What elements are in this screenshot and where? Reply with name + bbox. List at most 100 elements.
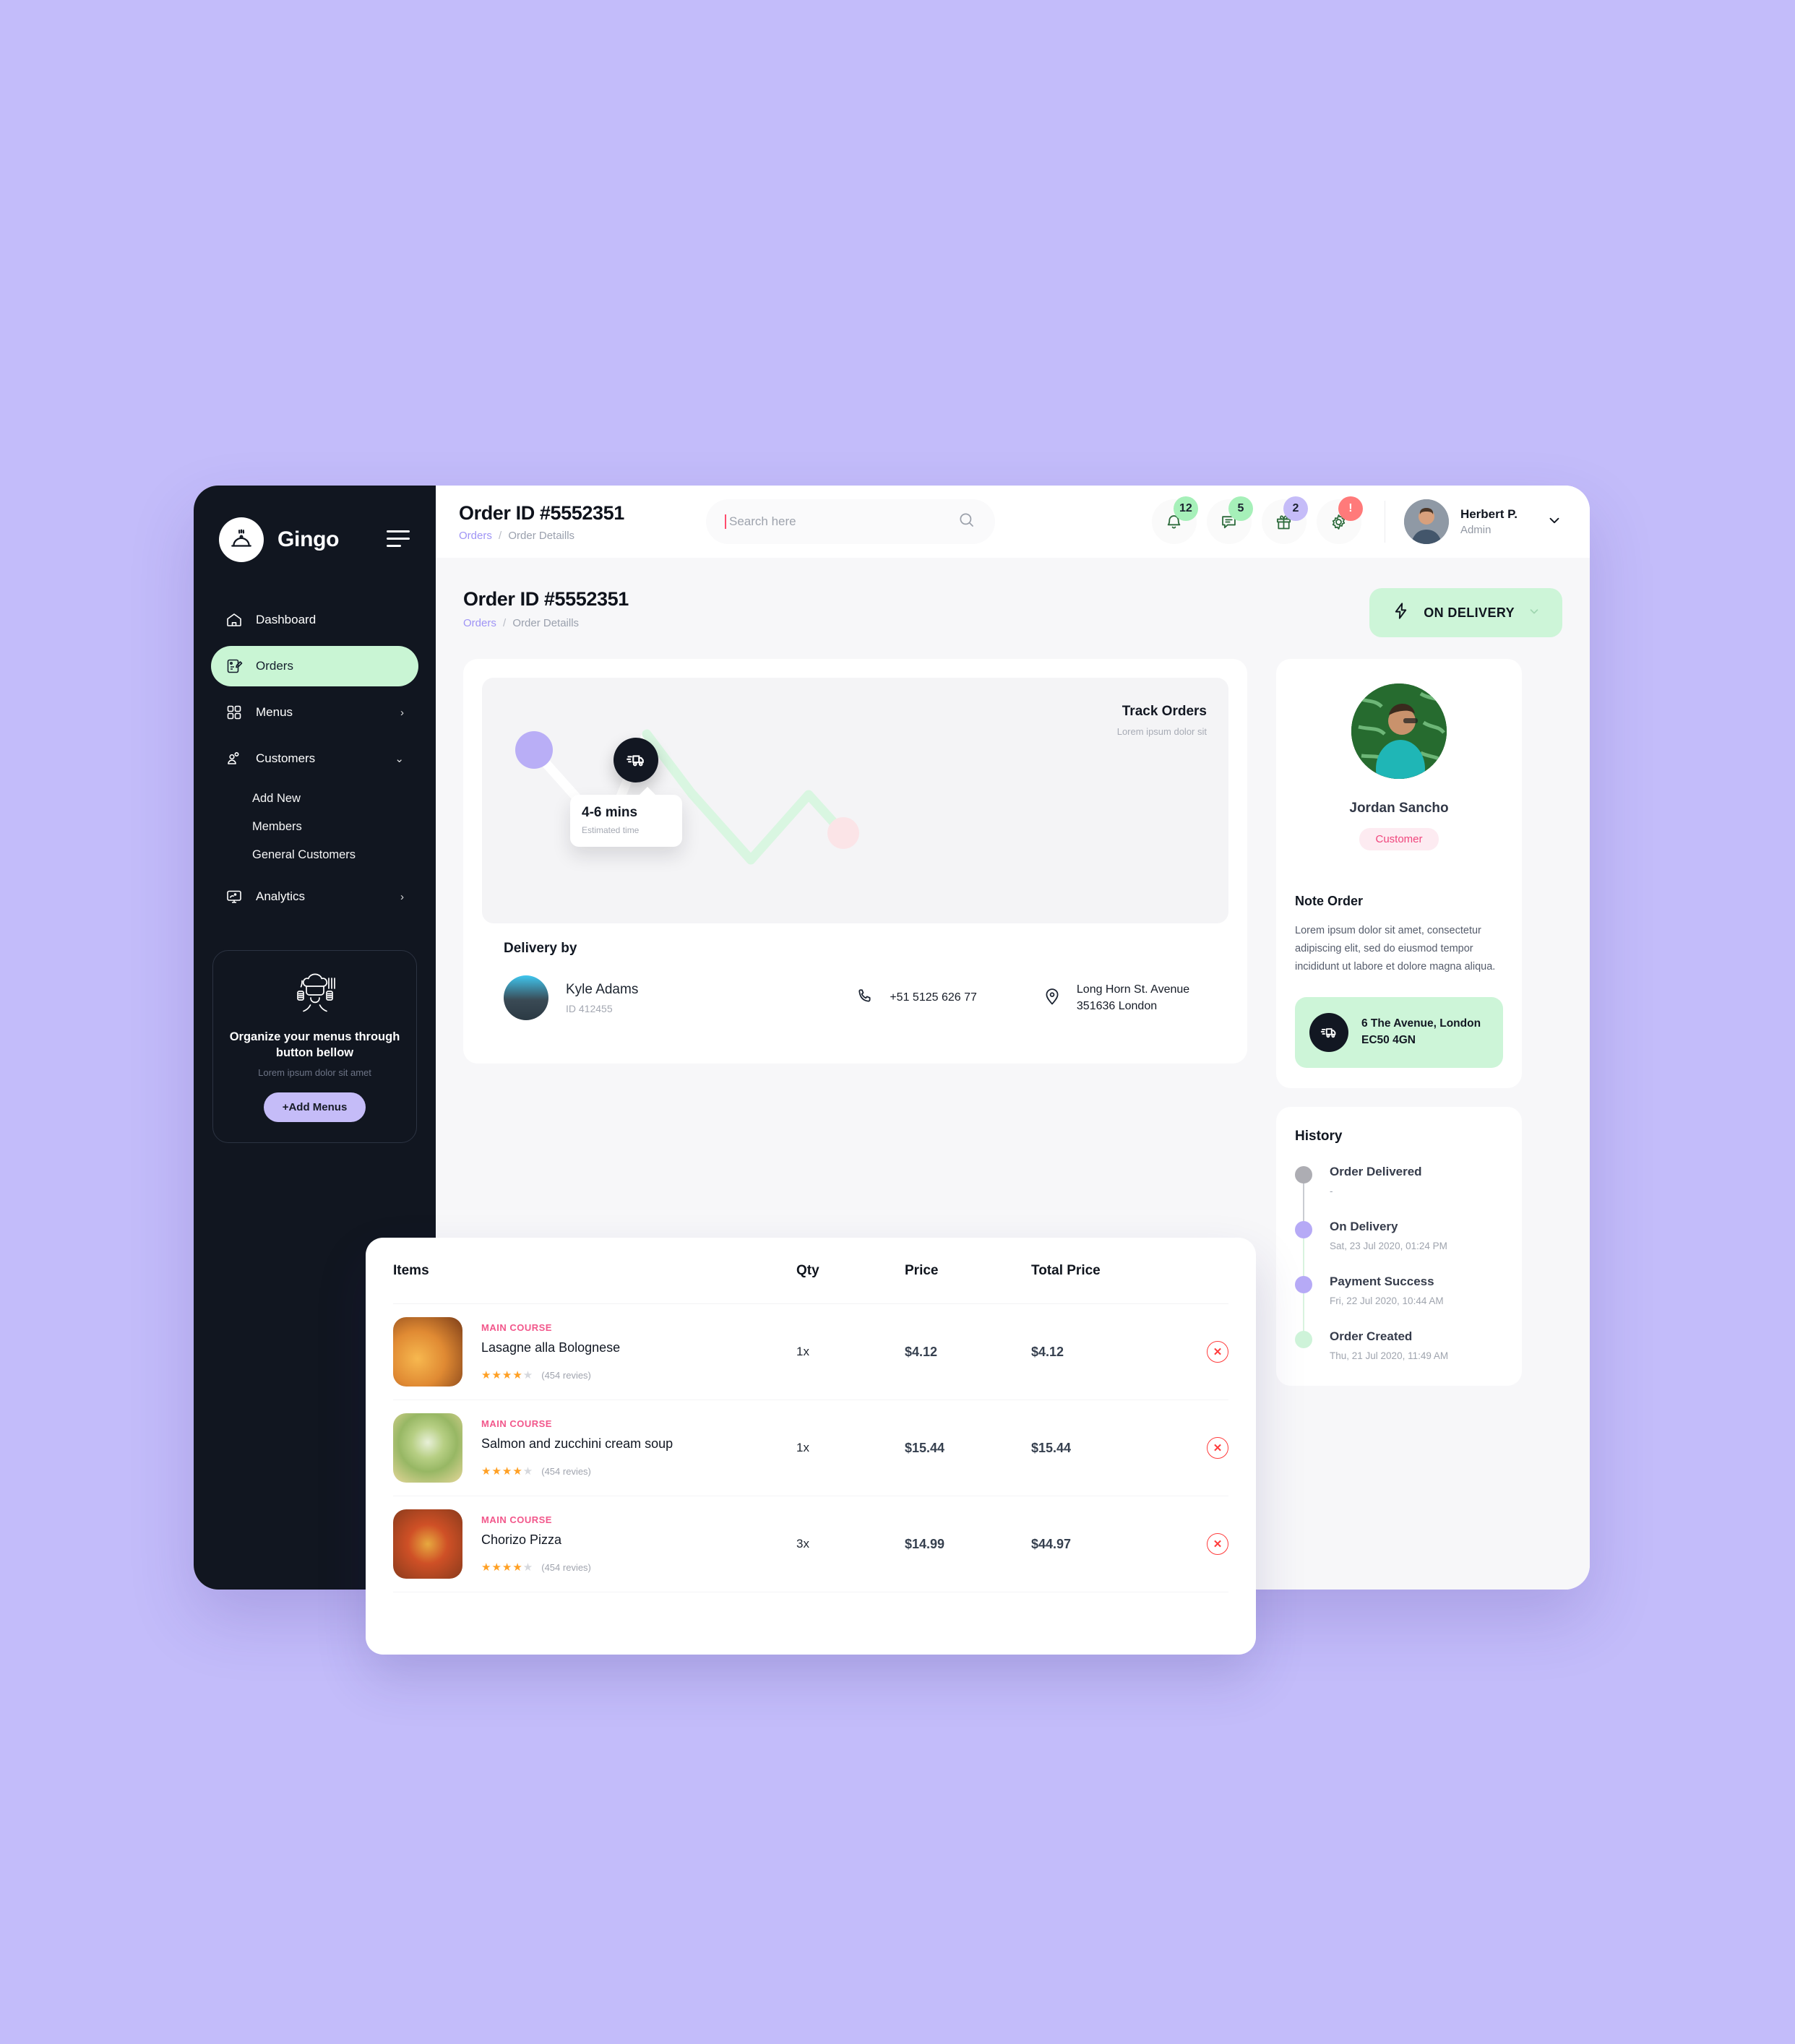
breadcrumb-current: Order Detaills	[512, 617, 580, 629]
sidebar-nav: Dashboard Orders Menus › Customers ⌄ Add…	[194, 600, 436, 917]
gifts-button[interactable]: 2	[1261, 496, 1308, 544]
chef-icon	[226, 970, 403, 1019]
timeline-connector	[1303, 1236, 1304, 1280]
timeline-time: -	[1330, 1185, 1333, 1196]
sidebar-item-analytics[interactable]: Analytics ›	[211, 876, 418, 917]
brand: Gingo	[194, 486, 436, 562]
sidebar-subitem-add-new[interactable]: Add New	[211, 785, 418, 813]
sidebar-subitem-general-customers[interactable]: General Customers	[211, 841, 418, 869]
gifts-badge: 2	[1283, 496, 1308, 521]
column-header-total-price: Total Price	[1031, 1262, 1101, 1278]
star-rating-icon: ★★★★★	[481, 1465, 534, 1478]
timeline-item: Order Created Thu, 21 Jul 2020, 11:49 AM	[1295, 1329, 1503, 1361]
sidebar-item-menus[interactable]: Menus ›	[211, 692, 418, 733]
item-reviews: (454 revies)	[541, 1369, 591, 1381]
breadcrumb-link-orders[interactable]: Orders	[463, 617, 496, 629]
sidebar-item-label: Customers	[256, 751, 316, 765]
item-price: $14.99	[905, 1536, 945, 1551]
customer-avatar	[1351, 684, 1447, 779]
courier-row: Kyle Adams ID 412455 +51 5125 626 77 Lon…	[504, 975, 1207, 1020]
chevron-down-icon: ⌄	[395, 753, 404, 765]
note-order-heading: Note Order	[1295, 894, 1364, 908]
sidebar-subitem-members[interactable]: Members	[211, 813, 418, 841]
delivery-by-section: Delivery by Kyle Adams ID 412455 +51 512…	[482, 923, 1228, 1045]
table-row: MAIN COURSE Salmon and zucchini cream so…	[393, 1400, 1228, 1496]
customer-name: Jordan Sancho	[1349, 801, 1449, 816]
item-price: $15.44	[905, 1440, 945, 1455]
topbar-actions: 12 5 2 ! Herbert P. Admin	[1142, 496, 1590, 544]
user-menu[interactable]: Herbert P. Admin	[1403, 499, 1562, 544]
item-category: MAIN COURSE	[481, 1322, 552, 1333]
track-orders-label: Track Orders Lorem ipsum dolor sit	[1117, 704, 1207, 737]
remove-item-icon[interactable]: ✕	[1207, 1533, 1228, 1555]
sidebar-item-label: Analytics	[256, 889, 306, 903]
sidebar-item-label: Dashboard	[256, 613, 317, 626]
user-name: Herbert P.	[1460, 507, 1518, 521]
search-icon[interactable]	[957, 511, 976, 533]
timeline-dot	[1295, 1275, 1312, 1293]
customer-profile: Jordan Sancho Customer	[1276, 659, 1522, 872]
item-rating: ★★★★★ (454 revies)	[481, 1561, 591, 1574]
chevron-down-icon[interactable]	[1546, 512, 1562, 532]
add-menus-button[interactable]: +Add Menus	[263, 1092, 366, 1123]
remove-item-icon[interactable]: ✕	[1207, 1341, 1228, 1363]
star-rating-icon: ★★★★★	[481, 1561, 534, 1574]
breadcrumb: Orders / Order Detaills	[459, 530, 697, 542]
page-title: Order ID #5552351	[459, 501, 624, 524]
delivery-by-heading: Delivery by	[504, 941, 577, 956]
remove-item-icon[interactable]: ✕	[1207, 1437, 1228, 1459]
status-label: ON DELIVERY	[1424, 605, 1515, 620]
customer-address-line-1: 6 The Avenue, London	[1361, 1017, 1481, 1030]
promo-card: Organize your menus through button bello…	[212, 950, 417, 1144]
item-reviews: (454 revies)	[541, 1561, 591, 1573]
timeline-dot	[1295, 1330, 1312, 1348]
item-total-price: $4.12	[1031, 1344, 1064, 1359]
notification-bell[interactable]: 12	[1151, 496, 1198, 544]
bolt-icon	[1391, 601, 1411, 624]
sidebar-item-customers[interactable]: Customers ⌄	[211, 738, 418, 779]
eta-tooltip: 4-6 mins Estimated time	[570, 787, 682, 847]
courier-id: ID 412455	[566, 1002, 613, 1014]
users-icon	[225, 749, 244, 768]
note-order-text: Lorem ipsum dolor sit amet, consectetur …	[1295, 925, 1496, 973]
sidebar-item-orders[interactable]: Orders	[211, 646, 418, 686]
menu-toggle-icon[interactable]	[387, 530, 410, 547]
status-badge[interactable]: ON DELIVERY	[1369, 588, 1562, 637]
customer-card: Jordan Sancho Customer Note Order Lorem …	[1276, 659, 1522, 1088]
item-rating: ★★★★★ (454 revies)	[481, 1465, 673, 1478]
column-header-price: Price	[905, 1262, 939, 1278]
home-icon	[225, 611, 244, 629]
search-input[interactable]	[725, 514, 957, 529]
search-box[interactable]	[706, 499, 995, 544]
food-thumbnail	[393, 1317, 462, 1387]
messages-button[interactable]: 5	[1206, 496, 1253, 544]
customer-address-line-2: EC50 4GN	[1361, 1033, 1416, 1046]
history-timeline: Order Delivered - On Delivery Sat, 23 Ju…	[1295, 1165, 1503, 1361]
delivery-truck-icon[interactable]	[614, 738, 658, 782]
grid-icon	[225, 703, 244, 722]
courier-phone[interactable]: +51 5125 626 77	[855, 986, 977, 1010]
breadcrumb-link-orders[interactable]: Orders	[459, 530, 492, 542]
page-header: Order ID #5552351 Orders / Order Detaill…	[463, 588, 1562, 637]
timeline-dot	[1295, 1165, 1312, 1183]
phone-icon	[855, 986, 875, 1010]
brand-name: Gingo	[277, 527, 340, 551]
timeline-connector	[1303, 1181, 1304, 1225]
destination-marker	[827, 817, 859, 849]
item-category: MAIN COURSE	[481, 1514, 552, 1525]
timeline-connector	[1303, 1291, 1304, 1335]
chevron-down-icon[interactable]	[1528, 605, 1541, 621]
settings-button[interactable]: !	[1316, 496, 1363, 544]
item-qty: 1x	[796, 1441, 809, 1454]
item-total-price: $15.44	[1031, 1440, 1072, 1455]
item-name: Lasagne alla Bolognese	[481, 1340, 621, 1355]
track-chart: 4-6 mins Estimated time Track Orders Lor…	[482, 678, 1228, 923]
timeline-time: Fri, 22 Jul 2020, 10:44 AM	[1330, 1295, 1444, 1306]
history-card: History Order Delivered - On Delivery Sa…	[1276, 1106, 1522, 1386]
item-qty: 3x	[796, 1537, 809, 1551]
monitor-chart-icon	[225, 887, 244, 906]
order-title: Order ID #5552351	[463, 588, 629, 610]
item-rating: ★★★★★ (454 revies)	[481, 1368, 620, 1381]
breadcrumb-current: Order Detaills	[508, 529, 575, 542]
sidebar-item-dashboard[interactable]: Dashboard	[211, 600, 418, 640]
